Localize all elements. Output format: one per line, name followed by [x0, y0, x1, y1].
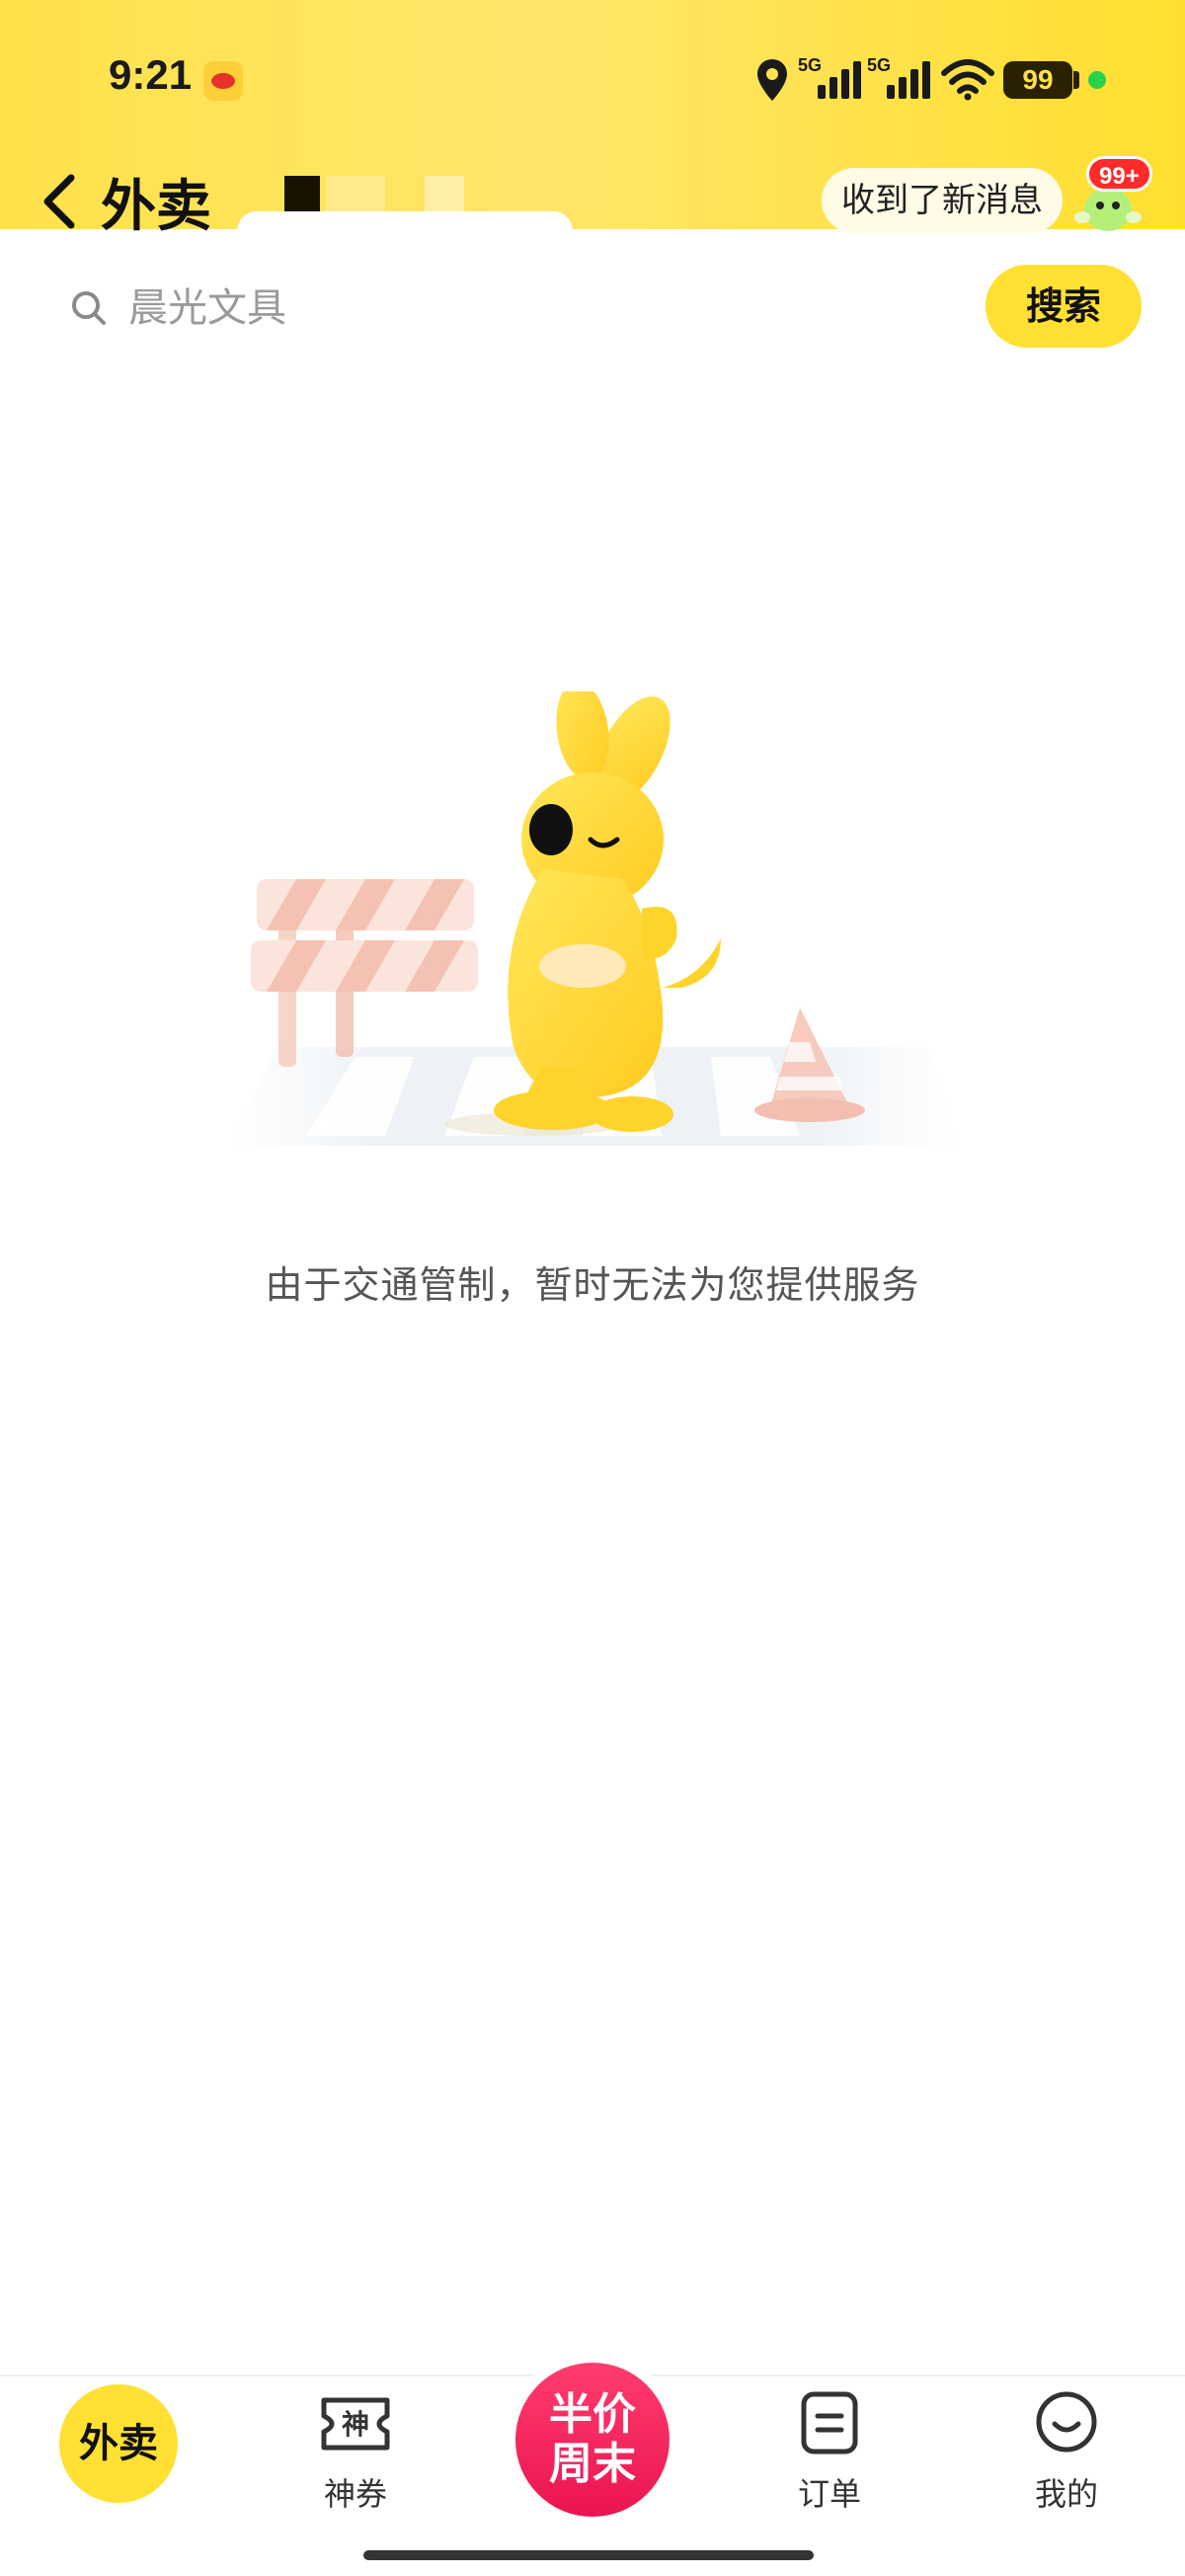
cellular-signal-1: 5G	[798, 55, 867, 99]
privacy-indicator-dot	[1088, 71, 1106, 89]
signal-icon	[818, 61, 861, 99]
notification-badge: 99+	[1086, 156, 1152, 192]
wifi-icon	[941, 59, 994, 101]
nav-label-profile: 我的	[1034, 2475, 1098, 2513]
nav-label-orders: 订单	[797, 2475, 861, 2513]
page-title: 外卖	[101, 175, 211, 239]
battery-tip	[1073, 71, 1079, 89]
weibo-icon	[203, 61, 243, 101]
search-icon	[72, 291, 106, 325]
home-indicator[interactable]	[363, 2550, 814, 2560]
nav-item-orders[interactable]: 订单	[750, 2375, 908, 2523]
tab-indicator-active[interactable]	[284, 176, 320, 211]
road-barrier	[251, 879, 478, 1067]
service-unavailable-message: 由于交通管制，暂时无法为您提供服务	[265, 1263, 920, 1307]
location-icon	[757, 59, 787, 101]
coupon-icon: 神	[321, 2397, 390, 2451]
tab-indicator[interactable]	[425, 176, 464, 211]
nav-label-coupons: 神券	[323, 2475, 387, 2513]
search-input[interactable]	[128, 279, 820, 338]
signal-icon	[887, 61, 930, 99]
orders-icon	[801, 2391, 858, 2455]
nav-item-half-price-weekend[interactable]: 半价 周末	[506, 2353, 679, 2527]
half-price-icon: 半价 周末	[515, 2363, 670, 2517]
half-price-line1: 半价	[549, 2389, 636, 2440]
battery-icon: 99	[1003, 61, 1072, 99]
traffic-control-illustration	[227, 691, 958, 1146]
svg-text:神: 神	[342, 2408, 369, 2441]
cellular-signal-2: 5G	[867, 55, 936, 99]
back-button[interactable]	[30, 166, 89, 237]
nav-item-waimai[interactable]: 外卖	[59, 2384, 178, 2503]
profile-icon	[1036, 2391, 1097, 2453]
nav-item-coupons[interactable]: 神 神券	[276, 2375, 434, 2523]
status-bar: 9:21 5G 5G 99	[0, 0, 1185, 158]
nav-item-profile[interactable]: 我的	[988, 2375, 1146, 2523]
tab-indicator[interactable]	[326, 176, 385, 211]
half-price-line2: 周末	[549, 2439, 636, 2489]
new-message-bubble[interactable]: 收到了新消息	[822, 168, 1063, 233]
tab-strip	[237, 211, 573, 233]
status-time: 9:21	[109, 51, 193, 98]
search-button[interactable]: 搜索	[986, 265, 1142, 348]
chevron-left-icon	[43, 174, 75, 229]
